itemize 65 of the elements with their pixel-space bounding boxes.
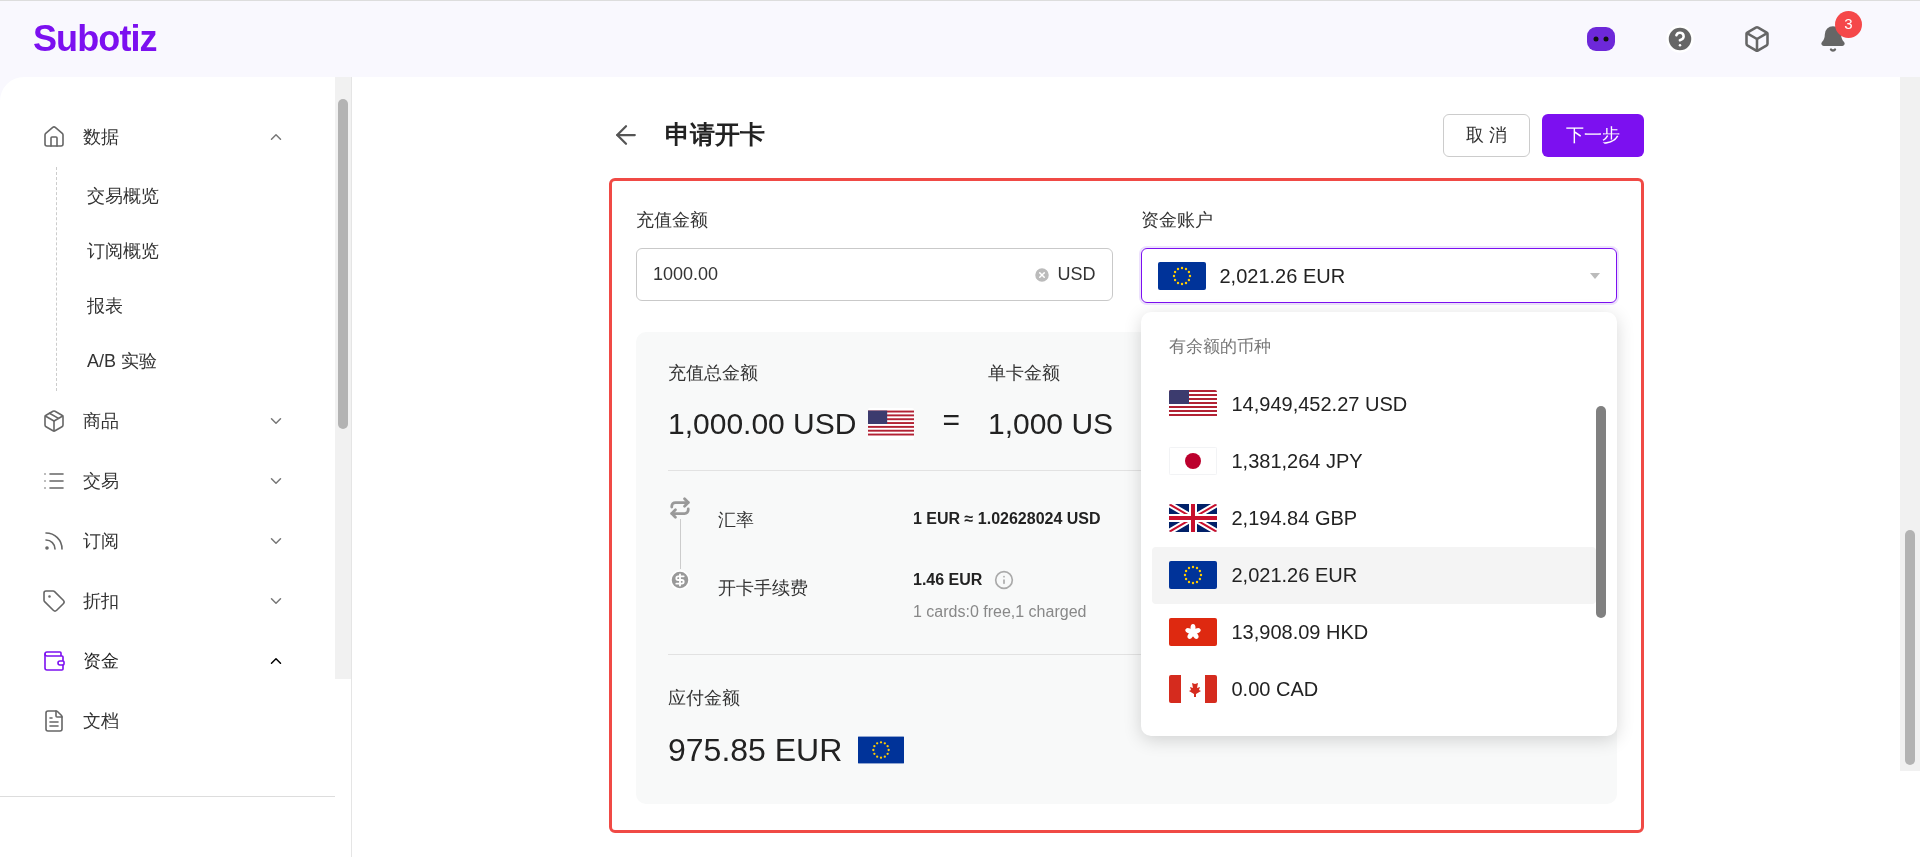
fee-label: 开卡手续费 [718, 577, 809, 600]
document-icon [42, 709, 66, 733]
currency-option[interactable]: 0.00 CAD [1151, 660, 1596, 718]
sidebar-item[interactable]: 商品 [0, 391, 335, 451]
sidebar-item[interactable]: 文档 [0, 691, 335, 751]
package-icon [42, 409, 66, 433]
exchange-rate: 1 EUR ≈ 1.02628024 USD [913, 509, 1101, 529]
sidebar-item[interactable]: 资金 [0, 631, 335, 691]
exchange-icon [669, 497, 691, 519]
sidebar-item[interactable]: 折扣 [0, 571, 335, 631]
total-amount: 1,000.00 USD [668, 406, 857, 442]
logo[interactable]: Subotiz [33, 12, 157, 66]
field-label: 资金账户 [1140, 209, 1214, 232]
package-icon[interactable] [1743, 25, 1771, 53]
wallet-icon [42, 649, 66, 673]
payable-amount: 975.85 EUR [668, 731, 843, 770]
currency-option[interactable]: 13,908.09 HKD [1151, 603, 1596, 661]
page-title: 申请开卡 [665, 119, 765, 151]
amount-field[interactable]: 1000.00 USD [636, 248, 1113, 301]
dropdown-heading: 有余额的币种 [1168, 336, 1272, 358]
fee-note: 1 cards:0 free,1 charged [913, 602, 1088, 622]
summary-label: 应付金额 [668, 687, 740, 710]
flag-icon [1157, 261, 1206, 290]
sidebar-item[interactable]: 订阅 [0, 511, 335, 571]
currency-option[interactable]: 2,194.84 GBP [1151, 489, 1596, 547]
sidebar-item[interactable]: 数据 [0, 107, 335, 167]
sidebar-subitem[interactable]: 报表 [57, 279, 335, 334]
sidebar-subitem[interactable]: 订阅概览 [57, 224, 335, 279]
robot-icon[interactable] [1585, 25, 1617, 53]
unit-label: USD [1057, 263, 1096, 286]
cancel-button[interactable]: 取 消 [1443, 113, 1530, 157]
notification-badge: 3 [1835, 11, 1862, 38]
flag-icon [1168, 447, 1217, 475]
flag-icon [1168, 504, 1217, 532]
per-card-amount: 1,000 US [988, 406, 1114, 442]
sidebar-item[interactable]: 交易 [0, 451, 335, 511]
fee-amount: 1.46 EUR [913, 570, 983, 590]
currency-option[interactable]: 1,381,264 JPY [1151, 432, 1596, 490]
field-label: 充值金额 [636, 209, 709, 232]
summary-label: 充值总金额 [668, 362, 759, 385]
dollar-icon [669, 569, 691, 591]
flag-icon [1168, 561, 1217, 589]
tag-icon [42, 589, 66, 613]
currency-option[interactable]: 2,021.26 EUR [1151, 546, 1596, 604]
home-icon [42, 125, 66, 149]
notification-icon[interactable] [1819, 25, 1847, 53]
flag-icon [868, 407, 915, 440]
flag-icon [858, 735, 905, 765]
dropdown-scrollbar[interactable] [1596, 406, 1606, 618]
currency-option[interactable]: 14,949,452.27 USD [1151, 375, 1596, 433]
next-button[interactable]: 下一步 [1542, 113, 1644, 157]
flag-icon [1168, 618, 1217, 646]
sidebar-subitem[interactable]: 交易概览 [57, 169, 335, 224]
sidebar-subitem[interactable]: A/B 实验 [57, 334, 335, 389]
flag-icon [1168, 675, 1217, 703]
account-select[interactable]: 2,021.26 EUR [1140, 248, 1617, 303]
equals-sign: = [942, 402, 960, 438]
page-scrollbar[interactable] [1900, 77, 1920, 771]
rate-label: 汇率 [718, 509, 755, 532]
caret-icon [1590, 272, 1600, 279]
scrollbar[interactable] [335, 77, 351, 679]
rss-icon [42, 529, 66, 553]
help-icon[interactable] [1665, 24, 1695, 54]
summary-label: 单卡金额 [988, 362, 1061, 385]
flag-icon [1168, 390, 1217, 418]
